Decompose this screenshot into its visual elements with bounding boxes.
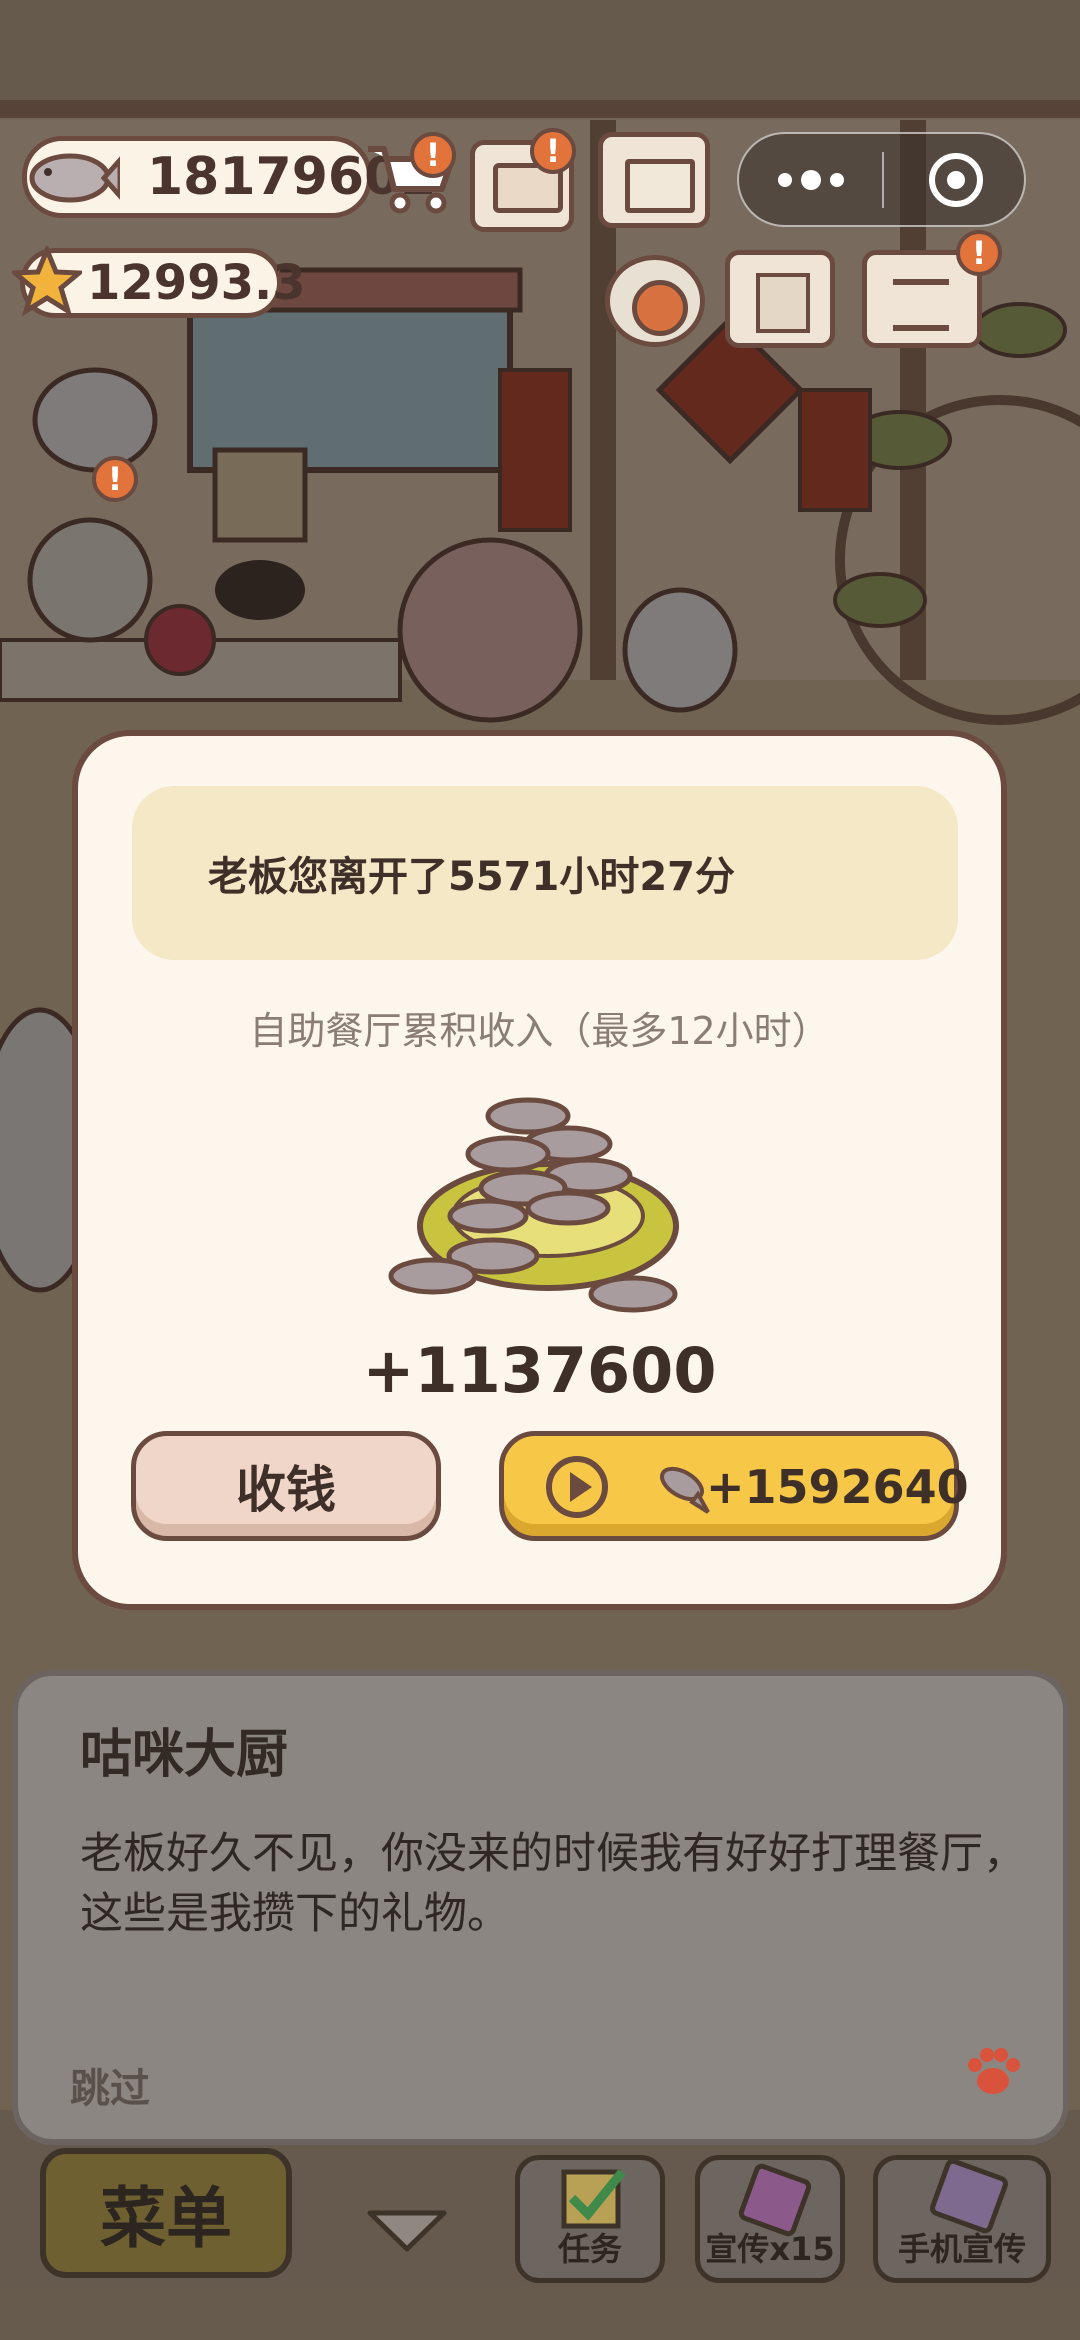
more-options-button[interactable] [739, 134, 882, 225]
more-dots-icon [778, 170, 844, 190]
recipe-book-button[interactable] [598, 132, 710, 228]
newspaper-alert-badge: ! [530, 128, 576, 174]
paw-icon [968, 2048, 1020, 2094]
collect-button-label: 收钱 [236, 1461, 336, 1519]
star-icon [12, 246, 82, 316]
star-value: 12993.3 [87, 255, 306, 311]
watch-ad-reward-button[interactable]: +1592640 [499, 1431, 969, 1541]
close-miniprogram-button[interactable] [884, 134, 1024, 225]
promo-label: 宣传x15 [705, 2230, 835, 2268]
skip-button[interactable]: 跳过 [70, 2056, 150, 2114]
away-time-text: 老板您离开了5571小时27分 [208, 854, 735, 900]
character-alert-badge: ! [92, 456, 138, 502]
book-icon [625, 159, 695, 213]
map-button[interactable] [725, 250, 835, 348]
speaker-name: 咕咪大厨 [80, 1725, 289, 1785]
fish-plate-icon [388, 1097, 679, 1313]
ad-reward-amount: +1592640 [706, 1460, 969, 1514]
offline-income-dialog: 老板您离开了5571小时27分 自助餐厅累积收入（最多12小时） +113760… [72, 730, 1007, 1610]
accumulated-income-label: 自助餐厅累积收入（最多12小时） [249, 1009, 830, 1053]
cart-alert-badge: ! [410, 132, 456, 178]
map-icon [756, 273, 810, 333]
chevron-down-icon[interactable] [362, 2205, 452, 2255]
collect-button[interactable]: 收钱 [131, 1431, 441, 1541]
phone-promo-label: 手机宣传 [897, 2230, 1026, 2268]
menu-button-label: 菜单 [100, 2180, 232, 2257]
sort-arrows-icon [893, 279, 949, 331]
miniprogram-capsule [737, 132, 1026, 227]
sort-alert-badge: ! [956, 230, 1002, 276]
away-time-box: 老板您离开了5571小时27分 [132, 786, 958, 960]
phone-promo-button[interactable]: 手机宣传 [873, 2155, 1051, 2283]
promo-button[interactable]: 宣传x15 [695, 2155, 845, 2283]
play-video-icon [546, 1456, 608, 1518]
fish-coin-icon [29, 153, 120, 203]
fish-icon [660, 1466, 710, 1514]
tasks-label: 任务 [557, 2230, 622, 2268]
chef-dialogue-box[interactable]: 咕咪大厨 老板好久不见，你没来的时候我有好好打理餐厅，这些是我攒下的礼物。 跳过 [12, 1670, 1069, 2145]
reward-amount: +1137600 [362, 1334, 717, 1407]
gear-icon [632, 280, 688, 336]
dialogue-text: 老板好久不见，你没来的时候我有好好打理餐厅，这些是我攒下的礼物。 [80, 1829, 1026, 1939]
checkmark-icon [561, 2169, 626, 2229]
menu-button[interactable]: 菜单 [40, 2148, 292, 2278]
tasks-button[interactable]: 任务 [515, 2155, 665, 2283]
target-close-icon [929, 153, 983, 207]
settings-button[interactable] [605, 255, 705, 347]
